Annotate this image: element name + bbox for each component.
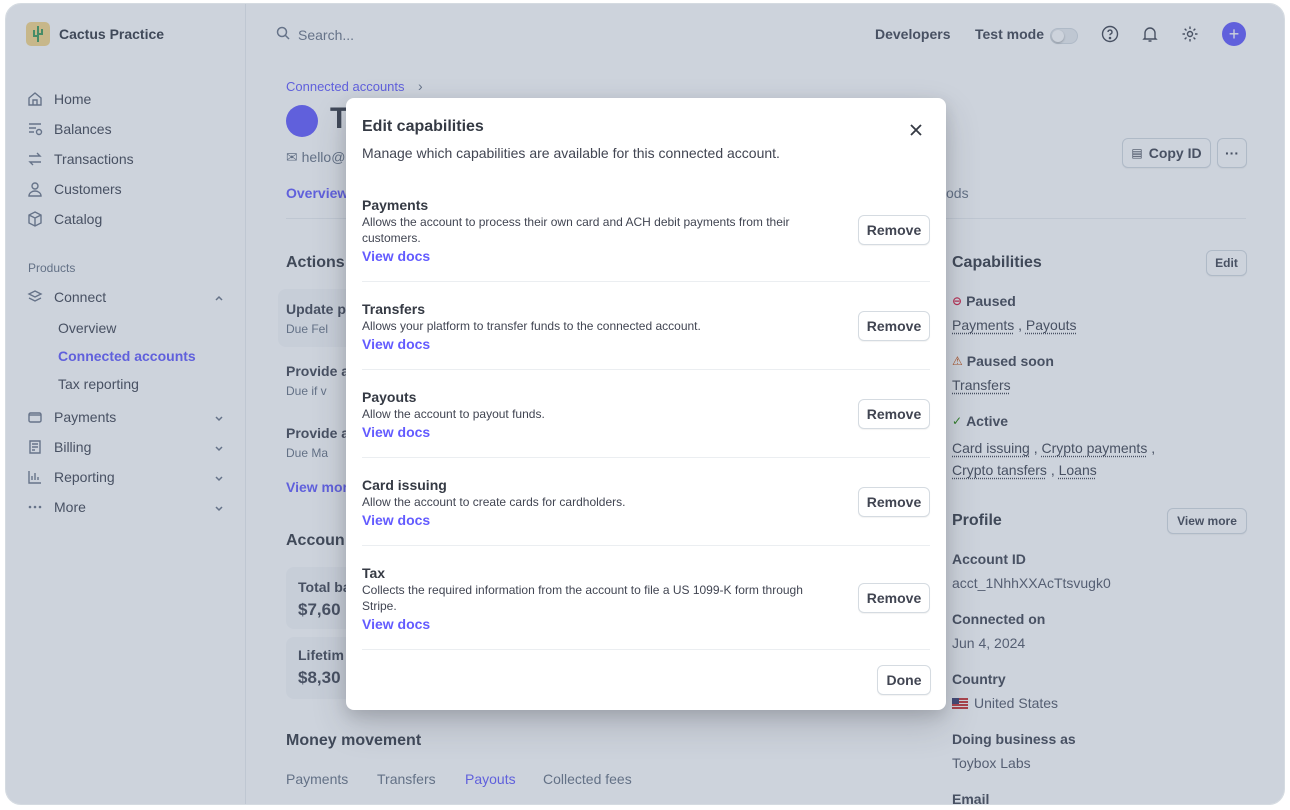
close-button[interactable] xyxy=(906,120,926,140)
remove-button[interactable]: Remove xyxy=(858,215,930,245)
divider xyxy=(362,649,930,650)
capability-row-payments: Payments Allows the account to process t… xyxy=(362,196,930,268)
capability-row-card-issuing: Card issuing Allow the account to create… xyxy=(362,476,930,532)
modal-subtitle: Manage which capabilities are available … xyxy=(362,145,780,161)
capability-description: Allow the account to create cards for ca… xyxy=(362,495,626,509)
capability-row-transfers: Transfers Allows your platform to transf… xyxy=(362,300,930,356)
capability-description: Allows the account to process their own … xyxy=(362,215,790,245)
remove-button[interactable]: Remove xyxy=(858,311,930,341)
view-docs-link[interactable]: View docs xyxy=(362,422,930,442)
remove-button[interactable]: Remove xyxy=(858,583,930,613)
view-docs-link[interactable]: View docs xyxy=(362,614,930,634)
divider xyxy=(362,457,930,458)
modal-title: Edit capabilities xyxy=(362,118,484,135)
capability-description: Collects the required information from t… xyxy=(362,583,803,613)
capability-row-tax: Tax Collects the required information fr… xyxy=(362,564,930,636)
view-docs-link[interactable]: View docs xyxy=(362,334,930,354)
capability-description: Allows your platform to transfer funds t… xyxy=(362,319,701,333)
edit-capabilities-modal: Edit capabilities Manage which capabilit… xyxy=(346,98,946,710)
capability-row-payouts: Payouts Allow the account to payout fund… xyxy=(362,388,930,444)
divider xyxy=(362,369,930,370)
capability-title: Transfers xyxy=(362,301,426,317)
divider xyxy=(362,545,930,546)
capability-title: Payments xyxy=(362,197,429,213)
capability-title: Payouts xyxy=(362,389,417,405)
capability-description: Allow the account to payout funds. xyxy=(362,407,545,421)
app-window: Cactus Practice Home Balances Transactio… xyxy=(5,3,1285,805)
remove-button[interactable]: Remove xyxy=(858,487,930,517)
close-icon xyxy=(910,124,922,136)
view-docs-link[interactable]: View docs xyxy=(362,246,930,266)
capability-title: Card issuing xyxy=(362,477,447,493)
view-docs-link[interactable]: View docs xyxy=(362,510,930,530)
divider xyxy=(362,281,930,282)
capability-title: Tax xyxy=(362,565,386,581)
remove-button[interactable]: Remove xyxy=(858,399,930,429)
done-button[interactable]: Done xyxy=(877,665,931,695)
